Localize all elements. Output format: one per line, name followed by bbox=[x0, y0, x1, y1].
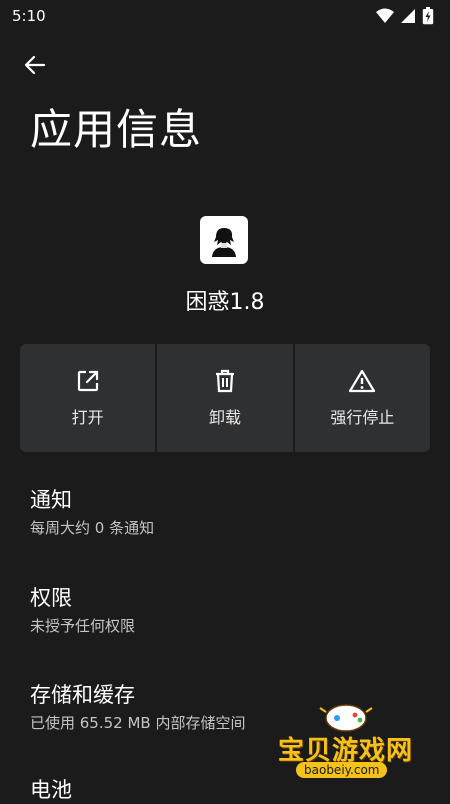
settings-item-notifications[interactable]: 通知 每周大约 0 条通知 bbox=[30, 486, 420, 538]
watermark-url: baobeiy.com bbox=[296, 762, 388, 778]
signal-icon bbox=[401, 9, 415, 23]
app-name: 困惑1.8 bbox=[185, 290, 265, 315]
item-subtitle: 未授予任何权限 bbox=[30, 617, 136, 635]
uninstall-button[interactable]: 卸载 bbox=[157, 344, 293, 452]
battery-icon bbox=[422, 7, 434, 25]
open-button[interactable]: 打开 bbox=[20, 344, 156, 452]
app-icon bbox=[200, 216, 248, 264]
action-bar: 打开 卸载 强行停止 bbox=[20, 344, 430, 452]
force-stop-label: 强行停止 bbox=[330, 408, 395, 427]
item-subtitle: 每周大约 0 条通知 bbox=[30, 519, 155, 537]
force-stop-button[interactable]: 强行停止 bbox=[294, 344, 430, 452]
item-title: 权限 bbox=[30, 586, 72, 610]
settings-item-permissions[interactable]: 权限 未授予任何权限 bbox=[30, 584, 420, 636]
open-label: 打开 bbox=[71, 408, 104, 427]
wifi-icon bbox=[376, 8, 394, 23]
status-bar: 5:10 bbox=[0, 0, 450, 32]
trash-icon bbox=[215, 369, 234, 393]
uninstall-label: 卸载 bbox=[208, 408, 241, 427]
open-external-icon bbox=[77, 370, 98, 392]
watermark: 宝贝游戏网 baobeiy.com bbox=[270, 700, 430, 790]
item-title: 通知 bbox=[30, 488, 72, 512]
warning-icon bbox=[349, 369, 376, 393]
status-time: 5:10 bbox=[12, 7, 46, 25]
back-button[interactable] bbox=[18, 50, 52, 80]
page-title: 应用信息 bbox=[30, 105, 203, 154]
arrow-left-icon bbox=[24, 55, 46, 75]
status-icons bbox=[376, 7, 434, 25]
app-avatar-icon bbox=[207, 223, 241, 257]
